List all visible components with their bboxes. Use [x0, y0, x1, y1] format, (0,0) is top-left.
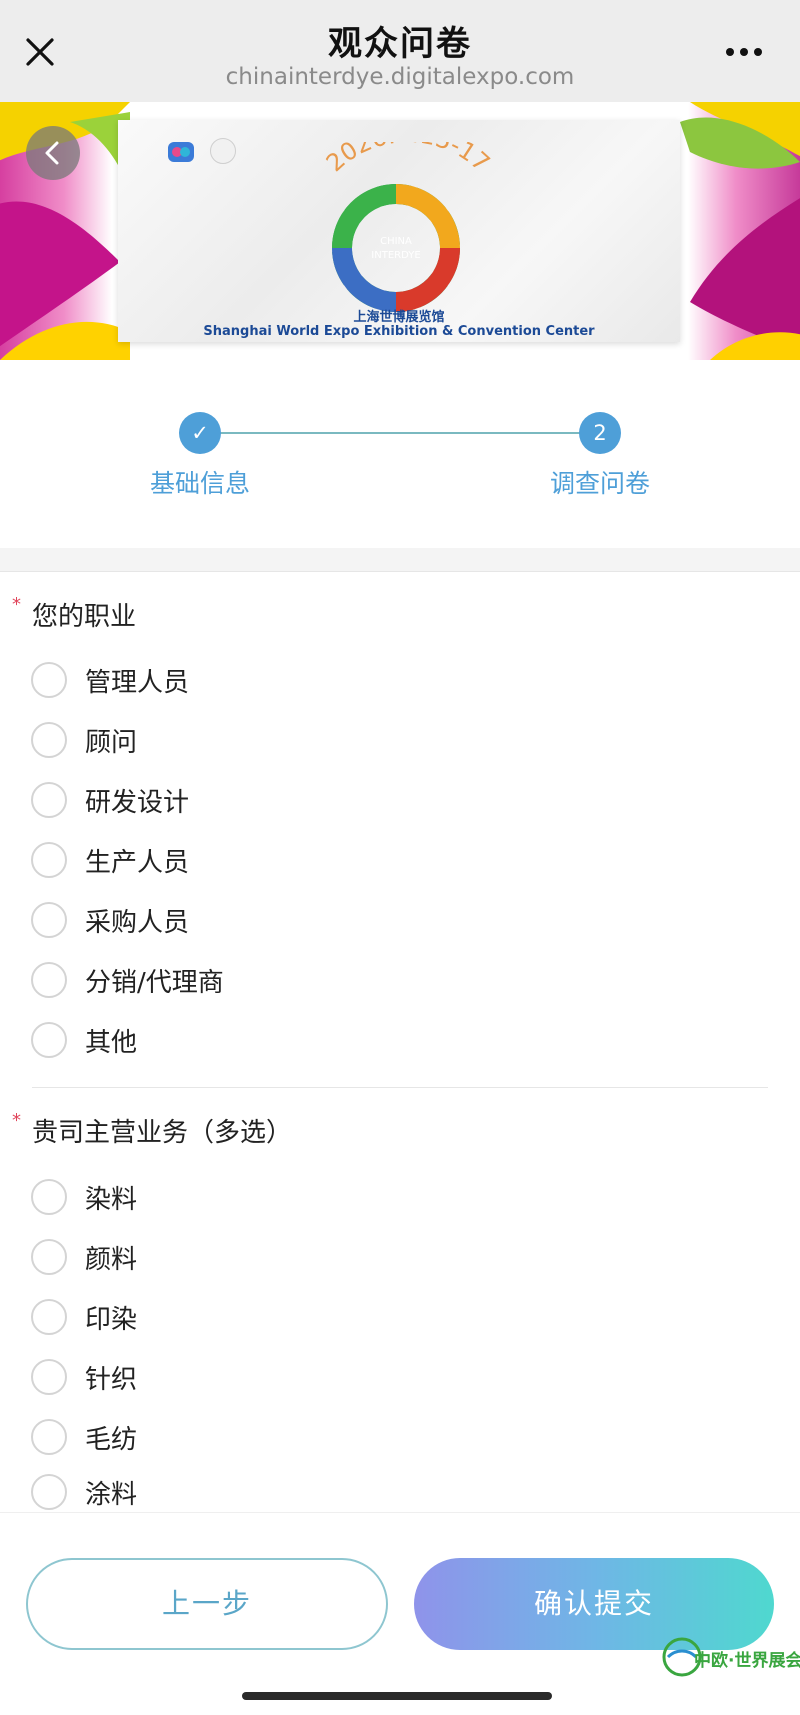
question-business-title: * 贵司主营业务（多选）	[12, 1110, 293, 1149]
question-occupation-title: * 您的职业	[12, 594, 137, 633]
progress-stepper: ✓ 2 基础信息 调查问卷	[0, 360, 800, 548]
option-occupation-5[interactable]: 分销/代理商	[31, 960, 531, 1000]
option-business-3[interactable]: 针织	[31, 1357, 531, 1397]
step-2-label: 调查问卷	[549, 469, 650, 498]
option-business-1[interactable]: 颜料	[31, 1237, 531, 1277]
step-1-check-icon: ✓	[179, 412, 221, 454]
venue-name-en: Shanghai World Expo Exhibition & Convent…	[203, 324, 595, 339]
option-label: 管理人员	[85, 668, 190, 698]
radio-button[interactable]	[31, 1239, 67, 1275]
radio-button[interactable]	[31, 902, 67, 938]
option-label: 研发设计	[85, 788, 190, 818]
page-title: 观众问卷	[328, 24, 472, 64]
section-separator	[0, 548, 800, 572]
home-indicator[interactable]	[242, 1692, 552, 1700]
watermark-text: 中欧·世界展会	[694, 1651, 800, 1671]
option-label: 采购人员	[85, 908, 190, 938]
option-label: 颜料	[85, 1245, 138, 1275]
option-occupation-6[interactable]: 其他	[31, 1020, 531, 1060]
survey-form: * 您的职业 管理人员 顾问 研发设计 生产人员 采购人员 分销/代理商 其他 …	[0, 572, 800, 1512]
option-label: 染料	[85, 1185, 138, 1215]
radio-button[interactable]	[31, 1179, 67, 1215]
radio-button[interactable]	[31, 1359, 67, 1395]
step-1-label: 基础信息	[149, 469, 250, 498]
radio-button[interactable]	[31, 722, 67, 758]
option-occupation-0[interactable]: 管理人员	[31, 660, 531, 700]
option-occupation-4[interactable]: 采购人员	[31, 900, 531, 940]
radio-button[interactable]	[31, 1474, 67, 1510]
question-title-text: 您的职业	[32, 602, 137, 632]
option-label: 针织	[85, 1365, 138, 1395]
option-label: 顾问	[85, 728, 138, 758]
page-url: chinainterdye.digitalexpo.com	[225, 64, 575, 90]
radio-button[interactable]	[31, 662, 67, 698]
previous-step-button[interactable]: 上一步	[26, 1558, 388, 1650]
required-mark: *	[12, 1110, 21, 1131]
banner-poster: 2026.4.15-17 CHINA INTERDYE 上海世博展览馆 Shan…	[118, 120, 680, 342]
svg-text:2026.4.15-17: 2026.4.15-17	[321, 142, 495, 177]
option-label: 涂料	[85, 1480, 138, 1510]
radio-button[interactable]	[31, 962, 67, 998]
option-label: 生产人员	[85, 848, 190, 878]
radio-button[interactable]	[31, 1419, 67, 1455]
option-occupation-1[interactable]: 顾问	[31, 720, 531, 760]
event-banner: 2026.4.15-17 CHINA INTERDYE 上海世博展览馆 Shan…	[0, 102, 800, 360]
option-business-4[interactable]: 毛纺	[31, 1417, 531, 1457]
option-occupation-3[interactable]: 生产人员	[31, 840, 531, 880]
question-divider	[32, 1087, 768, 1088]
option-label: 分销/代理商	[85, 968, 224, 998]
option-label: 其他	[85, 1028, 138, 1058]
more-dots-icon[interactable]	[724, 44, 764, 60]
interdye-ring-logo: CHINA INTERDYE	[332, 184, 460, 312]
option-business-2[interactable]: 印染	[31, 1297, 531, 1337]
option-label: 毛纺	[85, 1425, 138, 1455]
option-label: 印染	[85, 1305, 138, 1335]
back-button[interactable]	[26, 126, 80, 180]
top-nav-bar: 观众问卷 chinainterdye.digitalexpo.com	[0, 0, 800, 102]
option-business-5[interactable]: 涂料	[31, 1472, 531, 1512]
venue-name-cn: 上海世博展览馆	[353, 310, 445, 325]
ring-text-line1: CHINA	[380, 236, 412, 247]
ring-text-line2: INTERDYE	[371, 250, 420, 261]
chevron-left-icon	[45, 141, 59, 165]
partner-logo-icon	[210, 138, 236, 164]
organizer-logo-icon	[168, 142, 194, 162]
radio-button[interactable]	[31, 842, 67, 878]
system-home-bar	[0, 1680, 800, 1715]
radio-button[interactable]	[31, 1299, 67, 1335]
radio-button[interactable]	[31, 782, 67, 818]
step-2-number: 2	[579, 412, 621, 454]
required-mark: *	[12, 594, 21, 615]
radio-button[interactable]	[31, 1022, 67, 1058]
option-occupation-2[interactable]: 研发设计	[31, 780, 531, 820]
form-footer: 上一步 确认提交	[0, 1512, 800, 1680]
option-business-0[interactable]: 染料	[31, 1177, 531, 1217]
question-title-text: 贵司主营业务（多选）	[32, 1118, 293, 1148]
stepper-connector	[200, 432, 600, 434]
